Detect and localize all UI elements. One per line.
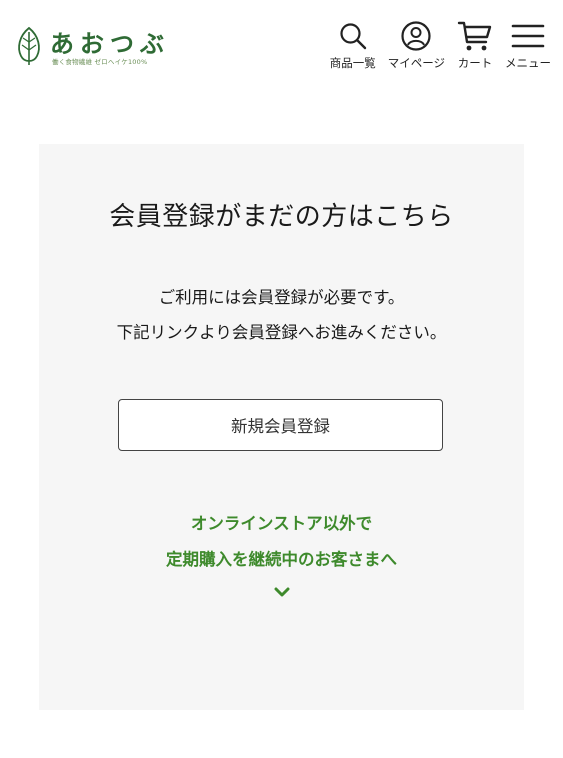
leaf-logo-icon	[18, 26, 40, 65]
site-logo[interactable]: あおつぶ 働く食物繊維 ゼロヘイケ100%	[14, 24, 174, 68]
user-circle-icon	[401, 21, 431, 51]
new-member-register-button[interactable]: 新規会員登録	[118, 399, 443, 451]
nav-cart[interactable]: カート	[457, 18, 493, 71]
panel-title: 会員登録がまだの方はこちら	[109, 202, 454, 232]
nav-menu[interactable]: メニュー	[505, 18, 551, 71]
nav-products-label: 商品一覧	[329, 56, 376, 70]
cart-icon	[457, 21, 492, 51]
nav-cart-label: カート	[457, 56, 493, 70]
panel-description-line-1: ご利用には会員登録が必要です。	[158, 288, 405, 307]
nav-mypage-label: マイページ	[387, 56, 445, 70]
chevron-down-icon[interactable]	[274, 586, 290, 598]
register-panel: 会員登録がまだの方はこちら ご利用には会員登録が必要です。 下記リンクより会員登…	[39, 144, 524, 710]
panel-description-line-2: 下記リンクより会員登録へお進みください。	[116, 323, 447, 342]
other-store-link-line-1: オンラインストア以外で	[190, 514, 373, 533]
nav-menu-label: メニュー	[505, 56, 551, 70]
nav-mypage[interactable]: マイページ	[388, 18, 445, 71]
logo-tagline: 働く食物繊維 ゼロヘイケ100%	[52, 58, 148, 66]
other-store-link-line-2: 定期購入を継続中のお客さまへ	[166, 550, 397, 569]
other-store-subscription-link[interactable]: オンラインストア以外で 定期購入を継続中のお客さまへ	[39, 506, 524, 598]
site-header: あおつぶ 働く食物繊維 ゼロヘイケ100% 商品一覧 マイページ カート メニュ…	[0, 0, 563, 90]
search-icon	[340, 23, 366, 50]
hamburger-menu-icon	[511, 24, 545, 48]
nav-products[interactable]: 商品一覧	[330, 18, 376, 71]
logo-wordmark: あおつぶ	[50, 29, 170, 58]
header-nav: 商品一覧 マイページ カート メニュー	[318, 18, 551, 71]
